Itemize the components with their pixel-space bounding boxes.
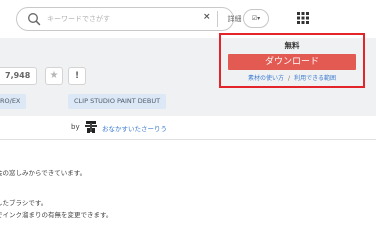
clear-icon[interactable]: × xyxy=(203,12,211,22)
report-icon[interactable]: ! xyxy=(68,67,86,85)
by-label: by xyxy=(71,123,80,131)
price-label: 無料 xyxy=(284,41,300,50)
download-button[interactable]: ダウンロード xyxy=(228,54,356,70)
search-input[interactable] xyxy=(47,11,197,27)
author-row: by おなかすいたさーりう xyxy=(0,116,376,140)
usage-range-link[interactable]: 利用できる範囲 xyxy=(294,75,336,82)
avatar[interactable] xyxy=(84,120,98,134)
description-line: 会の窓しみからできています。 xyxy=(0,169,87,177)
author-name-link[interactable]: おなかすいたさーりう xyxy=(102,123,167,133)
tag-pro-ex[interactable]: RO/EX xyxy=(0,94,27,109)
download-panel: 無料 ダウンロード 素材の使い方 / 利用できる範囲 xyxy=(219,33,365,88)
tag-clip-studio-debut[interactable]: CLIP STUDIO PAINT DEBUT xyxy=(68,94,167,109)
search-box[interactable]: × 詳細 xyxy=(16,7,242,31)
description-line: したブラシです。 xyxy=(0,199,48,207)
link-separator: / xyxy=(288,75,291,82)
download-links: 素材の使い方 / 利用できる範囲 xyxy=(221,73,363,82)
search-icon xyxy=(28,13,41,26)
favorite-star-icon[interactable]: ★ xyxy=(45,67,63,85)
star-count-badge[interactable]: 7,948 xyxy=(0,67,38,85)
description-line: でインク溜まりの有無を変更できます。 xyxy=(0,211,113,219)
howto-link[interactable]: 素材の使い方 xyxy=(248,75,284,82)
filter-dropdown[interactable]: ☑▾ xyxy=(243,9,269,28)
grid-menu-icon[interactable] xyxy=(297,12,309,24)
